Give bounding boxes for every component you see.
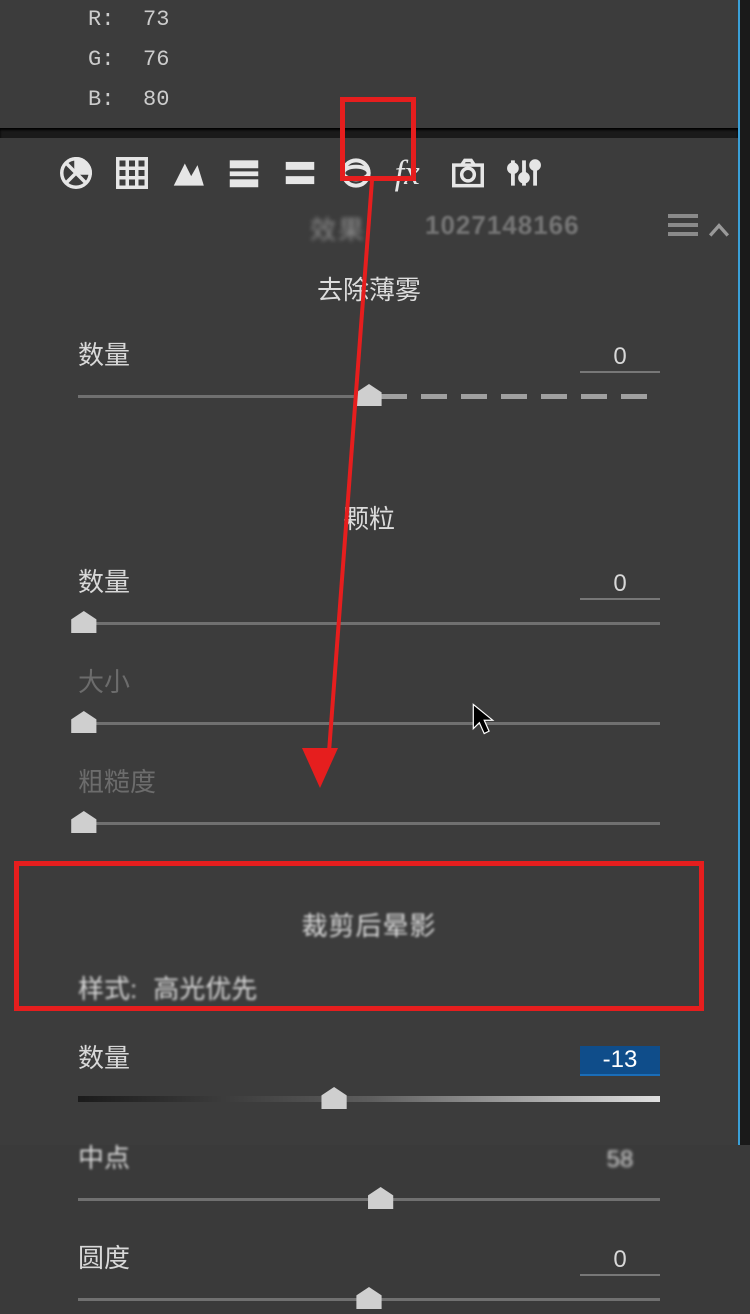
presets-tab-icon[interactable] <box>504 153 544 193</box>
rgb-g-row: G: 76 <box>88 40 738 80</box>
rgb-b-value: 80 <box>143 80 169 120</box>
hsl-tab-icon[interactable] <box>224 153 264 193</box>
window-right-edge <box>738 0 750 1145</box>
slider-thumb[interactable] <box>70 711 98 733</box>
vignette-roundness-slider[interactable] <box>78 1280 660 1314</box>
slider-track-left <box>78 395 375 398</box>
slider-track <box>78 822 660 825</box>
dehaze-amount-value[interactable]: 0 <box>580 343 660 373</box>
slider-track <box>78 722 660 725</box>
slider-thumb[interactable] <box>355 384 383 406</box>
effects-panel: R: 73 G: 76 B: 80 fx <box>0 0 738 1145</box>
slider-track-right <box>381 394 660 399</box>
rgb-b-label: B: <box>88 80 143 120</box>
vignette-amount-label: 数量 <box>78 1038 130 1075</box>
grain-amount-row: 数量 0 <box>78 562 660 604</box>
panel-menu-icon[interactable] <box>668 214 698 236</box>
slider-thumb[interactable] <box>355 1287 383 1309</box>
grain-roughness-label: 粗糙度 <box>78 762 156 799</box>
vignette-midpoint-label: 中点 <box>78 1138 130 1175</box>
rgb-readout: R: 73 G: 76 B: 80 <box>0 0 738 120</box>
tone-curve-tab-icon[interactable] <box>112 153 152 193</box>
grain-size-slider[interactable] <box>78 704 660 738</box>
annotation-arrow-head <box>302 748 338 788</box>
grain-size-row: 大小 <box>78 662 660 704</box>
rgb-b-row: B: 80 <box>88 80 738 120</box>
vignette-style-row: 样式: 高光优先 <box>78 969 660 1006</box>
vignette-roundness-value[interactable]: 0 <box>580 1246 660 1276</box>
panel-divider <box>0 128 738 138</box>
split-toning-tab-icon[interactable] <box>280 153 320 193</box>
rgb-r-row: R: 73 <box>88 0 738 40</box>
slider-track <box>78 622 660 625</box>
dehaze-amount-label: 数量 <box>78 335 130 372</box>
vignette-midpoint-slider[interactable] <box>78 1180 660 1214</box>
vignette-style-label: 样式: <box>78 969 137 1006</box>
slider-thumb[interactable] <box>320 1087 348 1109</box>
grain-amount-slider[interactable] <box>78 604 660 638</box>
grain-roughness-slider[interactable] <box>78 804 660 838</box>
vignette-amount-value[interactable]: -13 <box>580 1046 660 1076</box>
grain-section: 颗粒 数量 0 大小 粗糙度 <box>0 495 738 838</box>
vignette-title: 裁剪后晕影 <box>78 862 660 969</box>
vignette-amount-row: 数量 -13 <box>78 1038 660 1080</box>
panel-title: 效果 <box>310 210 366 247</box>
cursor-pointer-icon <box>470 702 496 736</box>
grain-size-label: 大小 <box>78 662 130 699</box>
grain-roughness-row: 粗糙度 <box>78 762 660 804</box>
vignette-section: 裁剪后晕影 样式: 高光优先 数量 -13 中点 58 圆度 0 <box>0 862 738 1314</box>
grain-amount-value[interactable]: 0 <box>580 570 660 600</box>
watermark-text: 1027148166 <box>425 210 580 241</box>
vignette-roundness-row: 圆度 0 <box>78 1238 660 1280</box>
rgb-g-label: G: <box>88 40 143 80</box>
slider-thumb[interactable] <box>70 811 98 833</box>
vignette-midpoint-row: 中点 58 <box>78 1138 660 1180</box>
basic-tab-icon[interactable] <box>56 153 96 193</box>
svg-text:fx: fx <box>395 154 421 192</box>
slider-track <box>78 1096 660 1102</box>
collapse-chevron-icon[interactable] <box>708 222 730 240</box>
vignette-amount-slider[interactable] <box>78 1080 660 1114</box>
vignette-style-value[interactable]: 高光优先 <box>153 969 257 1006</box>
rgb-r-value: 73 <box>143 0 169 40</box>
rgb-g-value: 76 <box>143 40 169 80</box>
effects-tab-icon[interactable]: fx <box>392 153 432 193</box>
dehaze-section: 去除薄雾 数量 0 <box>0 252 738 411</box>
rgb-r-label: R: <box>88 0 143 40</box>
vignette-midpoint-value[interactable]: 58 <box>580 1146 660 1174</box>
dehaze-amount-slider[interactable] <box>78 377 660 411</box>
detail-tab-icon[interactable] <box>168 153 208 193</box>
grain-title: 颗粒 <box>78 495 660 562</box>
dehaze-title: 去除薄雾 <box>78 252 660 335</box>
slider-thumb[interactable] <box>70 611 98 633</box>
camera-calibration-tab-icon[interactable] <box>448 153 488 193</box>
slider-thumb[interactable] <box>367 1187 395 1209</box>
vignette-roundness-label: 圆度 <box>78 1238 130 1275</box>
grain-amount-label: 数量 <box>78 562 130 599</box>
dehaze-amount-row: 数量 0 <box>78 335 660 377</box>
